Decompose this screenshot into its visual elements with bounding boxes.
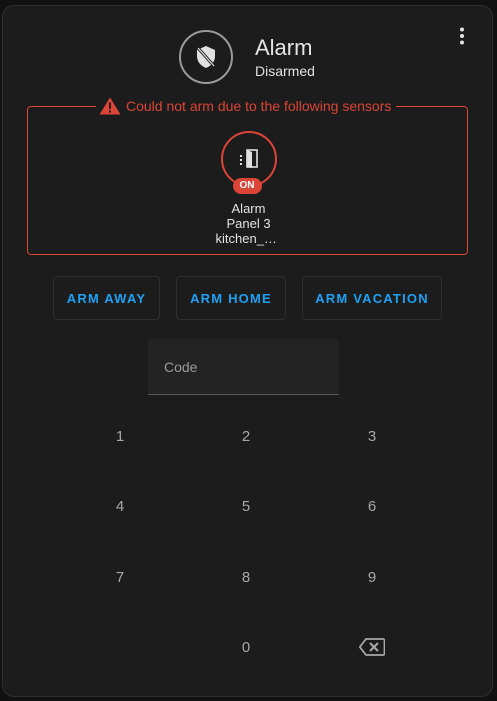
more-options-button[interactable] — [450, 24, 474, 48]
sensor-name-line2: Panel 3 — [226, 216, 271, 231]
keypad-key-5[interactable]: 5 — [214, 486, 278, 526]
backspace-icon — [359, 638, 385, 656]
alert-triangle-icon — [99, 97, 121, 115]
keypad-key-8[interactable]: 8 — [214, 557, 278, 597]
code-input[interactable] — [148, 339, 339, 394]
keypad-key-3[interactable]: 3 — [340, 416, 404, 456]
sensor-on-badge: ON — [232, 178, 262, 194]
arm-vacation-button[interactable]: ARM VACATION — [302, 276, 442, 320]
sensor-name-line1: Alarm — [231, 201, 266, 216]
sensor-name-line3: kitchen_door — [215, 231, 282, 246]
warning-text: Could not arm due to the following senso… — [126, 98, 392, 114]
keypad-key-7[interactable]: 7 — [88, 557, 152, 597]
entity-name: Alarm — [255, 35, 313, 60]
code-field[interactable] — [148, 339, 339, 395]
keypad-key-6[interactable]: 6 — [340, 486, 404, 526]
alarm-panel-card: Alarm Disarmed Could not arm due to the … — [2, 5, 493, 697]
warning-legend: Could not arm due to the following senso… — [96, 96, 397, 116]
shield-off-icon — [196, 46, 216, 68]
arm-home-button[interactable]: ARM HOME — [176, 276, 286, 320]
sensor-name: Alarm Panel 3 kitchen_door — [196, 201, 301, 246]
sensor-warning-box: Could not arm due to the following senso… — [27, 96, 468, 255]
dots-vertical-icon — [460, 27, 464, 45]
keypad-backspace-button[interactable] — [340, 627, 404, 667]
title-block: Alarm Disarmed — [255, 35, 315, 79]
entity-state: Disarmed — [255, 63, 315, 79]
alarm-state-badge[interactable] — [179, 30, 233, 84]
keypad-key-1[interactable]: 1 — [88, 416, 152, 456]
door-open-icon — [239, 149, 258, 168]
arm-actions: ARM AWAY ARM HOME ARM VACATION — [53, 276, 458, 320]
keypad-key-0[interactable]: 0 — [214, 627, 278, 667]
blocking-sensor[interactable]: ON Alarm Panel 3 kitchen_door — [196, 131, 301, 246]
sensor-state-badge[interactable]: ON — [220, 131, 277, 194]
keypad-key-2[interactable]: 2 — [214, 416, 278, 456]
arm-away-button[interactable]: ARM AWAY — [53, 276, 160, 320]
card-header: Alarm Disarmed — [179, 30, 315, 84]
keypad-key-4[interactable]: 4 — [88, 486, 152, 526]
keypad-key-9[interactable]: 9 — [340, 557, 404, 597]
